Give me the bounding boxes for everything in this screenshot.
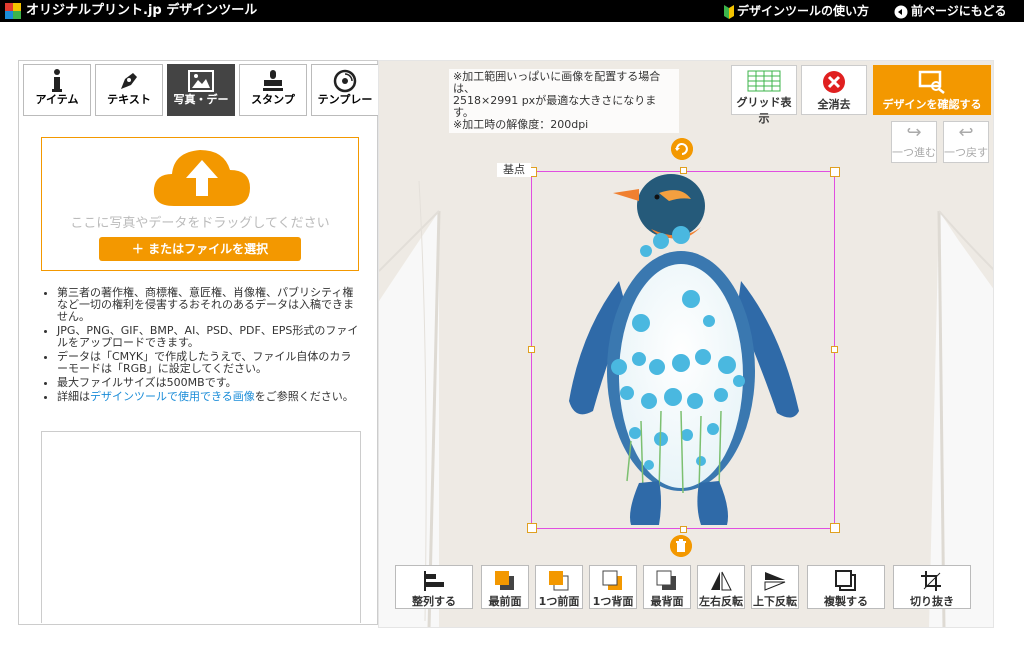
undo-button[interactable]: ↩ 一つ戻す xyxy=(943,121,989,163)
anchor-point-label: 基点 xyxy=(497,163,531,177)
duplicate-button[interactable]: 複製する xyxy=(807,565,885,609)
bring-to-front-button[interactable]: 最前面 xyxy=(481,565,529,609)
redo-icon: ↪ xyxy=(906,122,922,143)
crop-button[interactable]: 切り抜き xyxy=(893,565,971,609)
undo-icon: ↩ xyxy=(958,122,974,143)
bring-to-front-icon xyxy=(495,571,514,590)
note-details-pre: 詳細は xyxy=(57,390,90,403)
file-drop-zone[interactable]: ここに写真やデータをドラッグしてください ＋ またはファイルを選択 xyxy=(41,137,359,271)
tab-bar: アイテム テキスト 写真・デー スタンプ テンプレー xyxy=(19,61,379,119)
left-panel: アイテム テキスト 写真・デー スタンプ テンプレー ここに写真やデータをドラッ… xyxy=(18,60,379,625)
header-bar: オリジナルプリント.jp デザインツール デザインツールの使い方 前ページにもど… xyxy=(0,0,1024,22)
resize-handle-bottom-left[interactable] xyxy=(527,523,537,533)
uploaded-images-area[interactable] xyxy=(41,431,361,623)
send-backward-button[interactable]: 1つ背面 xyxy=(589,565,637,609)
confirm-design-label: デザインを確認する xyxy=(882,98,982,111)
template-icon xyxy=(333,69,357,93)
bring-forward-icon xyxy=(549,571,569,591)
usable-images-link[interactable]: デザインツールで使用できる画像 xyxy=(90,390,255,403)
crop-label: 切り抜き xyxy=(910,595,954,608)
send-backward-label: 1つ背面 xyxy=(592,595,634,608)
back-link-label: 前ページにもどる xyxy=(911,4,1007,18)
clear-all-button[interactable]: 全消去 xyxy=(801,65,867,115)
undo-label: 一つ戻す xyxy=(944,146,988,159)
grid-toggle-button[interactable]: グリッド表示 xyxy=(731,65,797,125)
tab-stamp-label: スタンプ xyxy=(251,93,295,106)
confirm-design-button[interactable]: デザインを確認する xyxy=(873,65,991,115)
note-formats: JPG、PNG、GIF、BMP、AI、PSD、PDF、EPS形式のファイルをアッ… xyxy=(57,325,361,349)
rotate-icon[interactable] xyxy=(671,138,693,160)
select-file-button[interactable]: ＋ またはファイルを選択 xyxy=(99,237,301,261)
send-to-back-icon xyxy=(656,570,676,590)
flip-horizontal-label: 左右反転 xyxy=(699,595,743,608)
tab-item[interactable]: アイテム xyxy=(23,64,91,116)
send-to-back-button[interactable]: 最背面 xyxy=(643,565,691,609)
beginner-mark-icon xyxy=(724,4,734,19)
redo-label: 一つ進む xyxy=(892,146,936,159)
design-canvas[interactable]: ※加工範囲いっぱいに画像を配置する場合は、 2518×2991 pxが最適な大き… xyxy=(378,60,994,628)
bring-forward-button[interactable]: 1つ前面 xyxy=(535,565,583,609)
duplicate-label: 複製する xyxy=(824,595,868,608)
image-icon xyxy=(188,70,214,92)
drop-instruction: ここに写真やデータをドラッグしてください xyxy=(70,216,330,231)
tab-stamp[interactable]: スタンプ xyxy=(239,64,307,116)
grid-icon xyxy=(747,70,781,92)
tab-photo-data-label: 写真・デー xyxy=(173,93,229,106)
back-link[interactable]: 前ページにもどる xyxy=(894,2,1007,20)
align-icon xyxy=(424,571,444,591)
cloud-upload-icon xyxy=(153,150,250,206)
clear-all-label: 全消去 xyxy=(817,98,851,111)
resize-handle-top[interactable] xyxy=(680,167,687,174)
trash-icon[interactable] xyxy=(670,535,692,557)
resize-handle-bottom[interactable] xyxy=(680,526,687,533)
note-copyright: 第三者の著作権、商標権、意匠権、肖像権、パブリシティ権など一切の権利を侵害するお… xyxy=(57,287,361,323)
note-details-post: をご参照ください。 xyxy=(254,390,354,403)
stamp-icon xyxy=(263,70,283,91)
redo-button[interactable]: ↪ 一つ進む xyxy=(891,121,937,163)
resize-handle-bottom-right[interactable] xyxy=(830,523,840,533)
flip-vertical-button[interactable]: 上下反転 xyxy=(751,565,799,609)
close-circle-icon xyxy=(823,71,845,93)
info-line-2: 2518×2991 pxが最適な大きさになります。 xyxy=(453,94,657,119)
tab-text[interactable]: テキスト xyxy=(95,64,163,116)
flip-horizontal-button[interactable]: 左右反転 xyxy=(697,565,745,609)
flip-vertical-label: 上下反転 xyxy=(753,595,797,608)
resize-handle-right[interactable] xyxy=(831,346,838,353)
note-details: 詳細はデザインツールで使用できる画像をご参照ください。 xyxy=(57,391,361,403)
print-area-info: ※加工範囲いっぱいに画像を配置する場合は、 2518×2991 pxが最適な大き… xyxy=(449,69,679,133)
resize-handle-top-right[interactable] xyxy=(830,167,840,177)
align-label: 整列する xyxy=(412,595,456,608)
note-color-mode: データは「CMYK」で作成したうえで、ファイル自体のカラーモードは「RGB」に設… xyxy=(57,351,361,375)
tab-template[interactable]: テンプレー xyxy=(311,64,379,116)
send-to-back-label: 最背面 xyxy=(650,595,684,608)
info-line-3: ※加工時の解像度：200dpi xyxy=(453,118,589,131)
monitor-search-icon xyxy=(918,70,945,94)
crop-icon xyxy=(921,571,941,591)
tab-photo-data[interactable]: 写真・デー xyxy=(167,64,235,116)
brand-title[interactable]: オリジナルプリント.jp デザインツール xyxy=(26,2,257,20)
upload-notes: 第三者の著作権、商標権、意匠権、肖像権、パブリシティ権など一切の権利を侵害するお… xyxy=(41,287,361,405)
pen-icon xyxy=(121,73,137,89)
send-backward-icon xyxy=(602,570,622,590)
selection-box xyxy=(531,171,835,529)
info-line-1: ※加工範囲いっぱいに画像を配置する場合は、 xyxy=(453,70,661,95)
help-link-label: デザインツールの使い方 xyxy=(737,4,870,18)
align-button[interactable]: 整列する xyxy=(395,565,473,609)
grid-toggle-label: グリッド表示 xyxy=(736,96,792,125)
tab-template-label: テンプレー xyxy=(317,93,373,106)
back-circle-icon xyxy=(894,5,908,18)
info-icon xyxy=(52,69,62,92)
tab-item-label: アイテム xyxy=(35,93,79,106)
resize-handle-left[interactable] xyxy=(528,346,535,353)
flip-vertical-icon xyxy=(764,572,786,591)
help-link[interactable]: デザインツールの使い方 xyxy=(724,2,869,20)
bring-forward-label: 1つ前面 xyxy=(538,595,580,608)
duplicate-icon xyxy=(835,570,856,591)
note-max-size: 最大ファイルサイズは500MBです。 xyxy=(57,377,361,389)
tab-text-label: テキスト xyxy=(107,93,151,106)
bring-to-front-label: 最前面 xyxy=(488,595,522,608)
flip-horizontal-icon xyxy=(711,571,732,591)
logo-icon xyxy=(5,3,21,19)
